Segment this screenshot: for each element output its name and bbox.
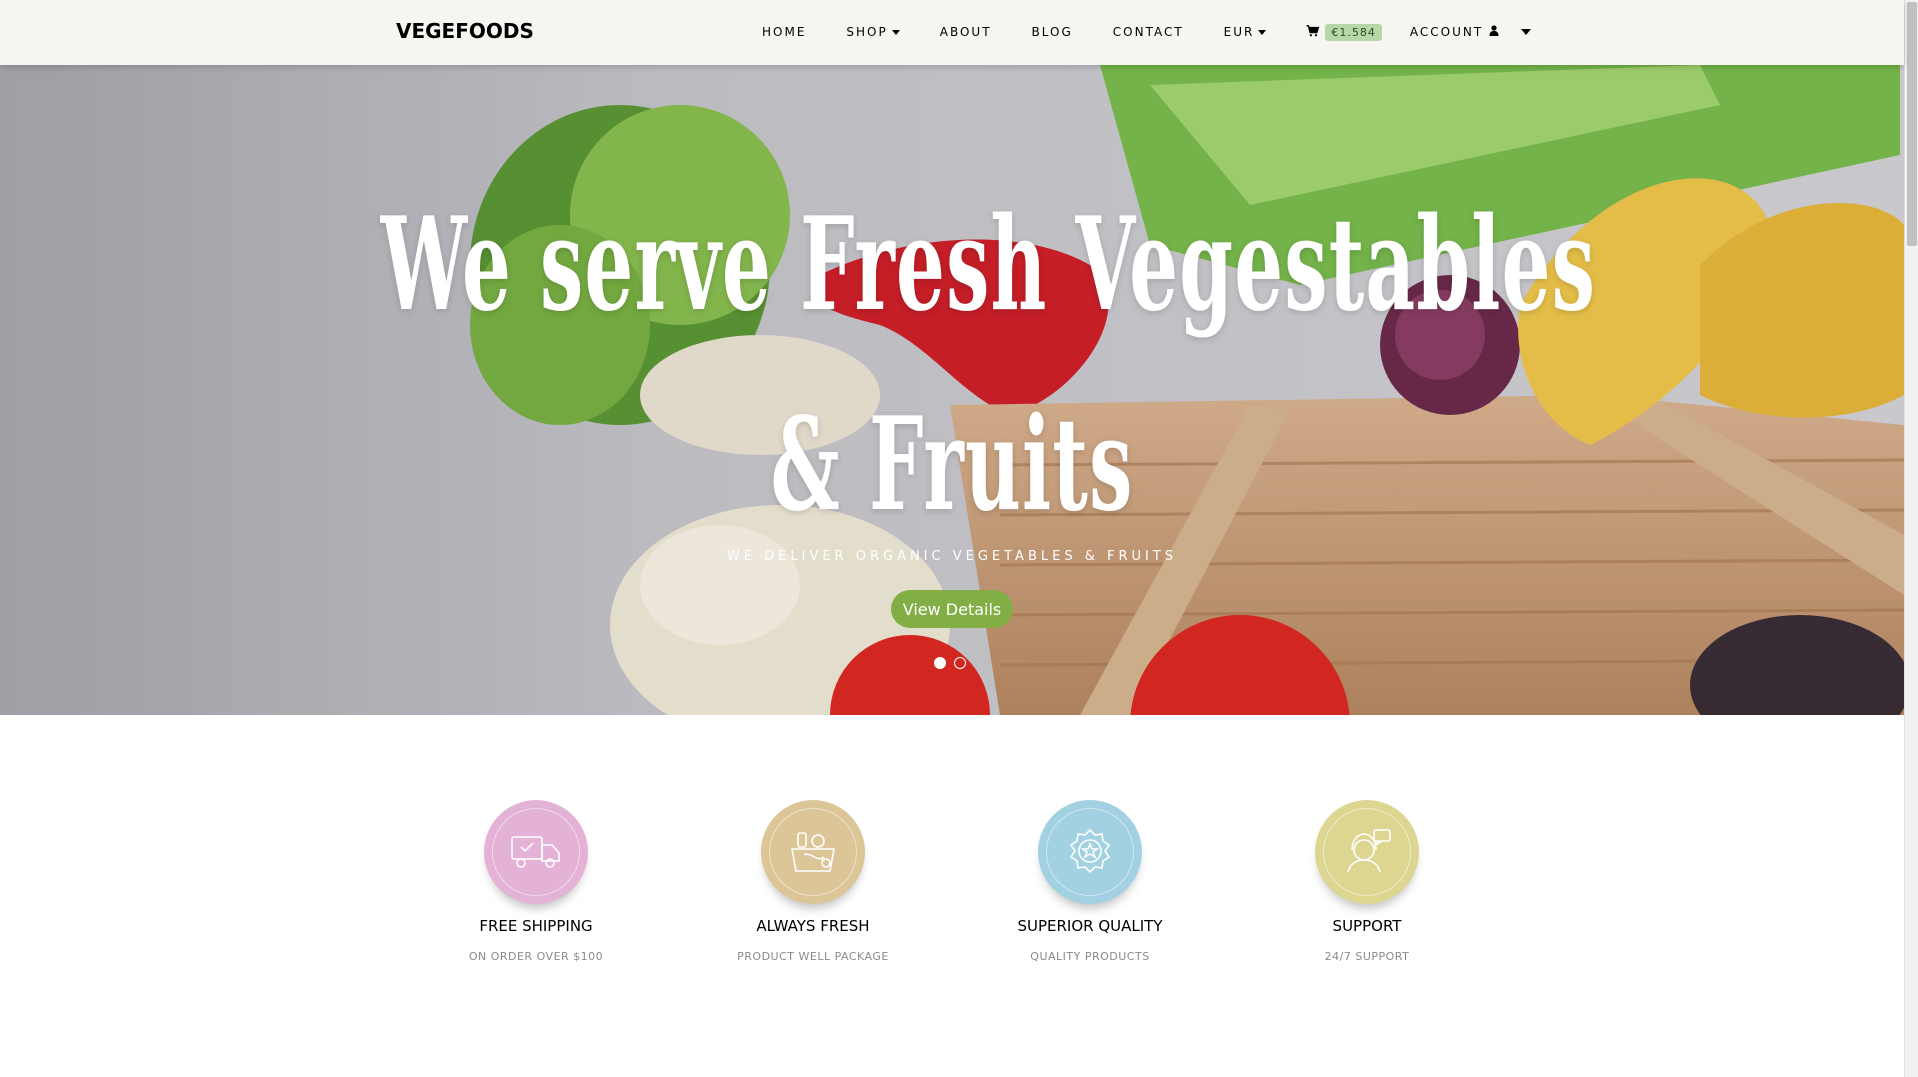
nav-contact-label: CONTACT — [1112, 25, 1184, 39]
hero-title: We serve Fresh Vegestables & Fruits — [380, 165, 1597, 565]
chevron-down-icon — [1521, 29, 1532, 35]
scrollbar-thumb[interactable] — [1907, 2, 1917, 246]
currency-dropdown[interactable]: EUR — [1224, 25, 1267, 39]
cart-total-badge: €1.584 — [1325, 23, 1382, 41]
service-item: SUPPORT 24/7 SUPPORT — [1257, 800, 1477, 963]
service-subtitle: ON ORDER OVER $100 — [468, 950, 604, 963]
hero-slider: We serve Fresh Vegestables & Fruits WE D… — [0, 65, 1904, 715]
hero-subtitle: WE DELIVER ORGANIC VEGETABLES & FRUITS — [726, 549, 1178, 564]
service-title: ALWAYS FRESH — [756, 917, 870, 935]
nav-about[interactable]: ABOUT — [940, 25, 992, 39]
service-icon-circle — [484, 800, 588, 904]
cart-link[interactable]: €1.584 — [1306, 23, 1382, 41]
nav-contact[interactable]: CONTACT — [1113, 25, 1184, 39]
hero-title-line-1: We serve Fresh Vegestables — [380, 190, 1597, 340]
service-title: SUPERIOR QUALITY — [1017, 917, 1163, 935]
slider-dot-2[interactable] — [954, 657, 966, 669]
chevron-down-icon — [1258, 29, 1267, 35]
account-label: ACCOUNT — [1409, 25, 1484, 39]
service-title: SUPPORT — [1332, 917, 1402, 935]
nav-blog[interactable]: BLOG — [1032, 25, 1073, 39]
shopping-cart-icon — [1306, 24, 1320, 40]
nav-shop-dropdown[interactable]: SHOP — [846, 25, 900, 39]
user-icon — [1489, 25, 1499, 39]
currency-label: EUR — [1223, 25, 1255, 39]
service-item: SUPERIOR QUALITY QUALITY PRODUCTS — [980, 800, 1200, 963]
service-subtitle: 24/7 SUPPORT — [1324, 950, 1410, 963]
service-title: FREE SHIPPING — [479, 917, 593, 935]
nav-blog-label: BLOG — [1031, 25, 1073, 39]
view-details-button[interactable]: View Details — [891, 590, 1013, 628]
navbar: VEGEFOODS HOME SHOP ABOUT BLOG CONTACT E… — [0, 0, 1904, 65]
main-nav: HOME SHOP ABOUT BLOG CONTACT EUR €1.584 … — [762, 22, 1571, 42]
service-icon-circle — [761, 800, 865, 904]
service-item: FREE SHIPPING ON ORDER OVER $100 — [426, 800, 646, 963]
slider-dot-1[interactable] — [934, 657, 946, 669]
service-icon-circle — [1038, 800, 1142, 904]
service-item: ALWAYS FRESH PRODUCT WELL PACKAGE — [703, 800, 923, 963]
service-subtitle: PRODUCT WELL PACKAGE — [737, 950, 889, 963]
nav-home[interactable]: HOME — [762, 25, 806, 39]
account-dropdown[interactable]: ACCOUNT — [1409, 25, 1532, 39]
page: VEGEFOODS HOME SHOP ABOUT BLOG CONTACT E… — [0, 0, 1918, 1077]
hero-title-line-2: & Fruits — [770, 390, 1134, 540]
service-icon-circle — [1315, 800, 1419, 904]
vertical-scrollbar[interactable] — [1904, 0, 1918, 1077]
service-subtitle: QUALITY PRODUCTS — [1030, 950, 1150, 963]
slider-dots — [934, 657, 966, 669]
nav-about-label: ABOUT — [939, 25, 992, 39]
chevron-down-icon — [891, 29, 900, 35]
nav-shop-label: SHOP — [846, 25, 888, 39]
brand-logo[interactable]: VEGEFOODS — [396, 19, 534, 43]
nav-home-label: HOME — [762, 25, 807, 39]
